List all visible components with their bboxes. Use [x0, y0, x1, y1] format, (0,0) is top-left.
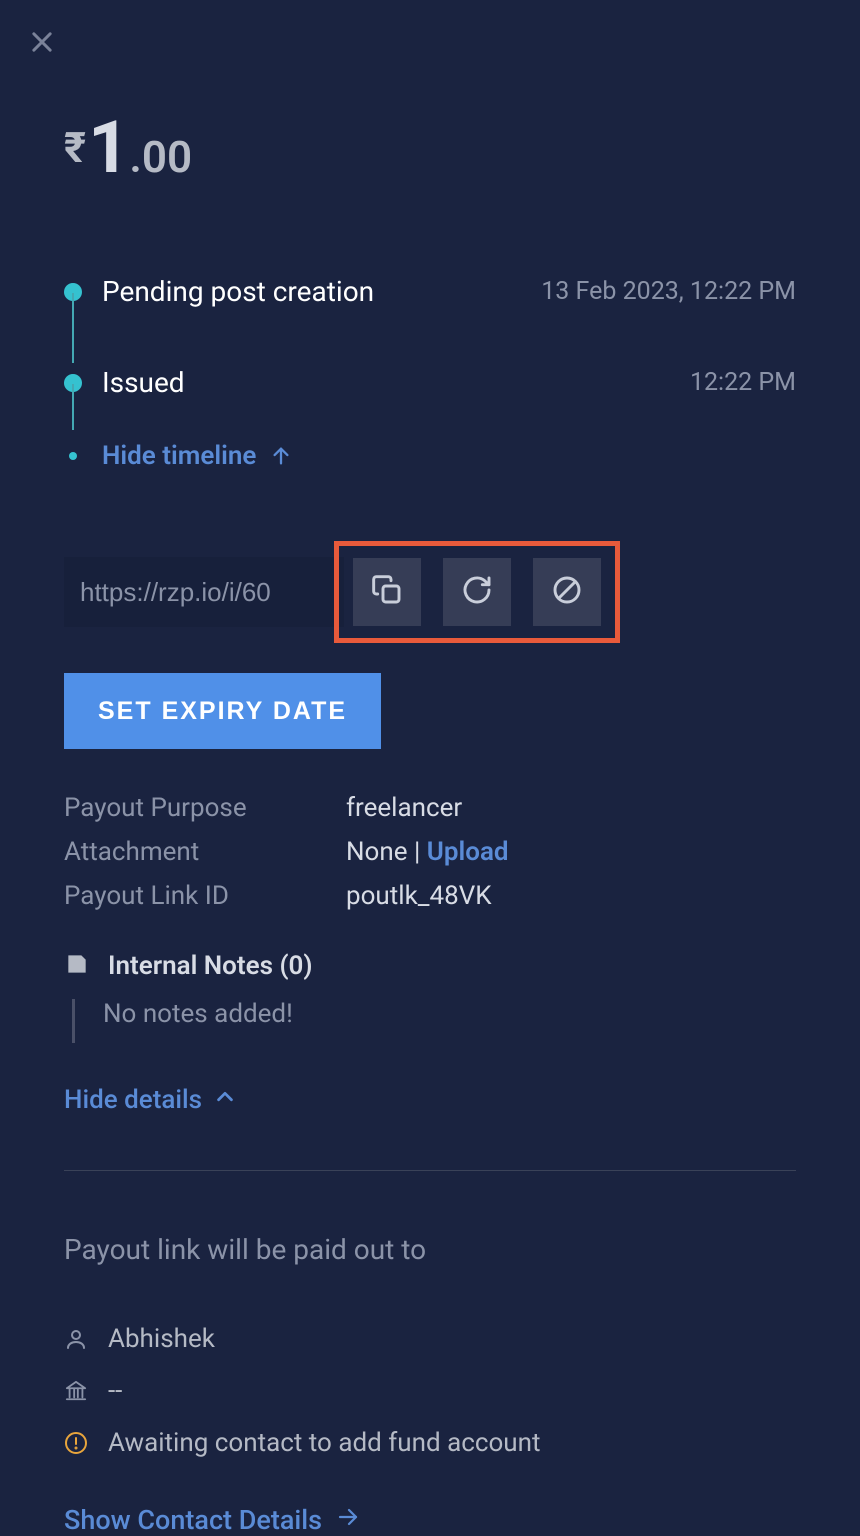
internal-notes-empty: No notes added! [72, 999, 796, 1043]
hide-details-label: Hide details [64, 1085, 202, 1115]
amount-integer: 1 [88, 105, 129, 190]
payout-link-id-label: Payout Link ID [64, 881, 346, 911]
attachment-none: None [346, 837, 408, 867]
cancel-link-button[interactable] [533, 558, 601, 626]
contact-bank: -- [108, 1376, 122, 1406]
attachment-label: Attachment [64, 837, 346, 867]
payout-purpose-value: freelancer [346, 793, 462, 823]
payout-link-id-value: poutlk_48VK [346, 881, 492, 911]
amount-decimal: .00 [129, 131, 192, 183]
contact-status: Awaiting contact to add fund account [108, 1428, 540, 1458]
currency-symbol: ₹ [64, 124, 86, 173]
refresh-icon [461, 574, 493, 610]
show-contact-label: Show Contact Details [64, 1504, 322, 1536]
note-icon [64, 951, 90, 981]
contact-block: Abhishek -- Awaiting contact to add fund… [64, 1324, 796, 1458]
timeline-item: Pending post creation 13 Feb 2023, 12:22… [64, 275, 796, 308]
timeline-item: Issued 12:22 PM [64, 366, 796, 399]
timeline-time: 12:22 PM [690, 368, 796, 397]
arrow-up-icon [270, 445, 292, 467]
chevron-up-icon [214, 1085, 236, 1115]
refresh-link-button[interactable] [443, 558, 511, 626]
set-expiry-date-button[interactable]: SET EXPIRY DATE [64, 673, 381, 749]
payout-amount: ₹ 1 .00 [64, 105, 796, 190]
payout-purpose-label: Payout Purpose [64, 793, 346, 823]
person-icon [64, 1327, 88, 1351]
internal-notes-header: Internal Notes (0) [64, 951, 796, 981]
timeline-label: Pending post creation [102, 275, 541, 308]
arrow-right-icon [336, 1504, 360, 1536]
timeline-time: 13 Feb 2023, 12:22 PM [541, 277, 796, 306]
close-button[interactable] [28, 28, 56, 56]
cancel-icon [551, 574, 583, 610]
paid-out-heading: Payout link will be paid out to [64, 1233, 796, 1266]
warning-icon [64, 1431, 88, 1455]
hide-timeline-toggle[interactable]: Hide timeline [64, 441, 796, 471]
timeline: Pending post creation 13 Feb 2023, 12:22… [64, 275, 796, 471]
payout-details: Payout Purpose freelancer Attachment Non… [64, 793, 796, 911]
upload-attachment-link[interactable]: Upload [427, 837, 509, 867]
attachment-sep: | [408, 837, 427, 867]
copy-icon [371, 574, 403, 610]
divider [64, 1170, 796, 1171]
timeline-label: Issued [102, 366, 690, 399]
hide-details-toggle[interactable]: Hide details [64, 1085, 796, 1115]
internal-notes-label: Internal Notes (0) [108, 951, 312, 981]
copy-link-button[interactable] [353, 558, 421, 626]
timeline-dot-icon [69, 452, 77, 460]
link-action-buttons-highlight [334, 541, 620, 643]
contact-name: Abhishek [108, 1324, 215, 1354]
hide-timeline-label: Hide timeline [102, 441, 256, 471]
bank-icon [64, 1380, 88, 1402]
show-contact-details-link[interactable]: Show Contact Details [64, 1504, 796, 1536]
payout-link-input[interactable] [64, 557, 344, 627]
